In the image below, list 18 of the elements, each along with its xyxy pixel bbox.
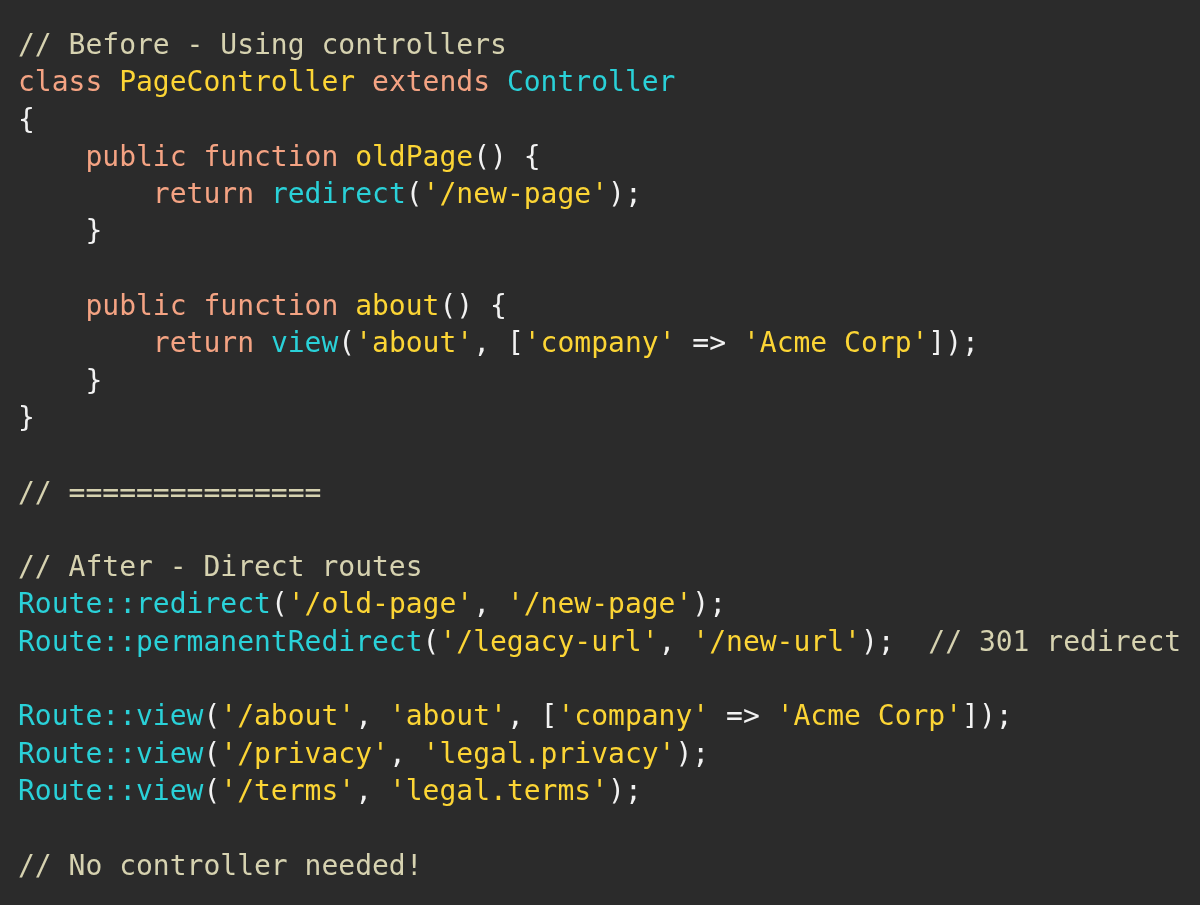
code-line: Route::view('/about', 'about', ['company' => 'Acme Corp']); bbox=[18, 698, 1013, 735]
code-line: // =============== bbox=[18, 474, 322, 511]
code-line: // After - Direct routes bbox=[18, 549, 423, 586]
code-line: } bbox=[18, 399, 35, 436]
code-line: return view('about', ['company' => 'Acme Corp']); bbox=[151, 325, 979, 362]
code-line: Route::view('/privacy', 'legal.privacy'); bbox=[18, 735, 710, 772]
code-line: } bbox=[84, 362, 103, 399]
code-line: Route::view('/terms', 'legal.terms'); bbox=[18, 772, 642, 809]
code-line: return redirect('/new-page'); bbox=[151, 176, 642, 213]
code-line: // No controller needed! bbox=[18, 847, 423, 884]
code-line: class PageController extends Controller bbox=[18, 64, 676, 101]
code-line: public function oldPage() { bbox=[84, 138, 541, 175]
code-line: { bbox=[18, 101, 35, 138]
code-line: Route::redirect('/old-page', '/new-page'); bbox=[18, 586, 727, 623]
code-line: Route::permanentRedirect('/legacy-url', '/new-url'); // 301 redirect bbox=[18, 623, 1182, 660]
code-line: public function about() { bbox=[84, 288, 507, 325]
code-line: } bbox=[84, 213, 103, 250]
code-line: // Before - Using controllers bbox=[18, 27, 507, 63]
